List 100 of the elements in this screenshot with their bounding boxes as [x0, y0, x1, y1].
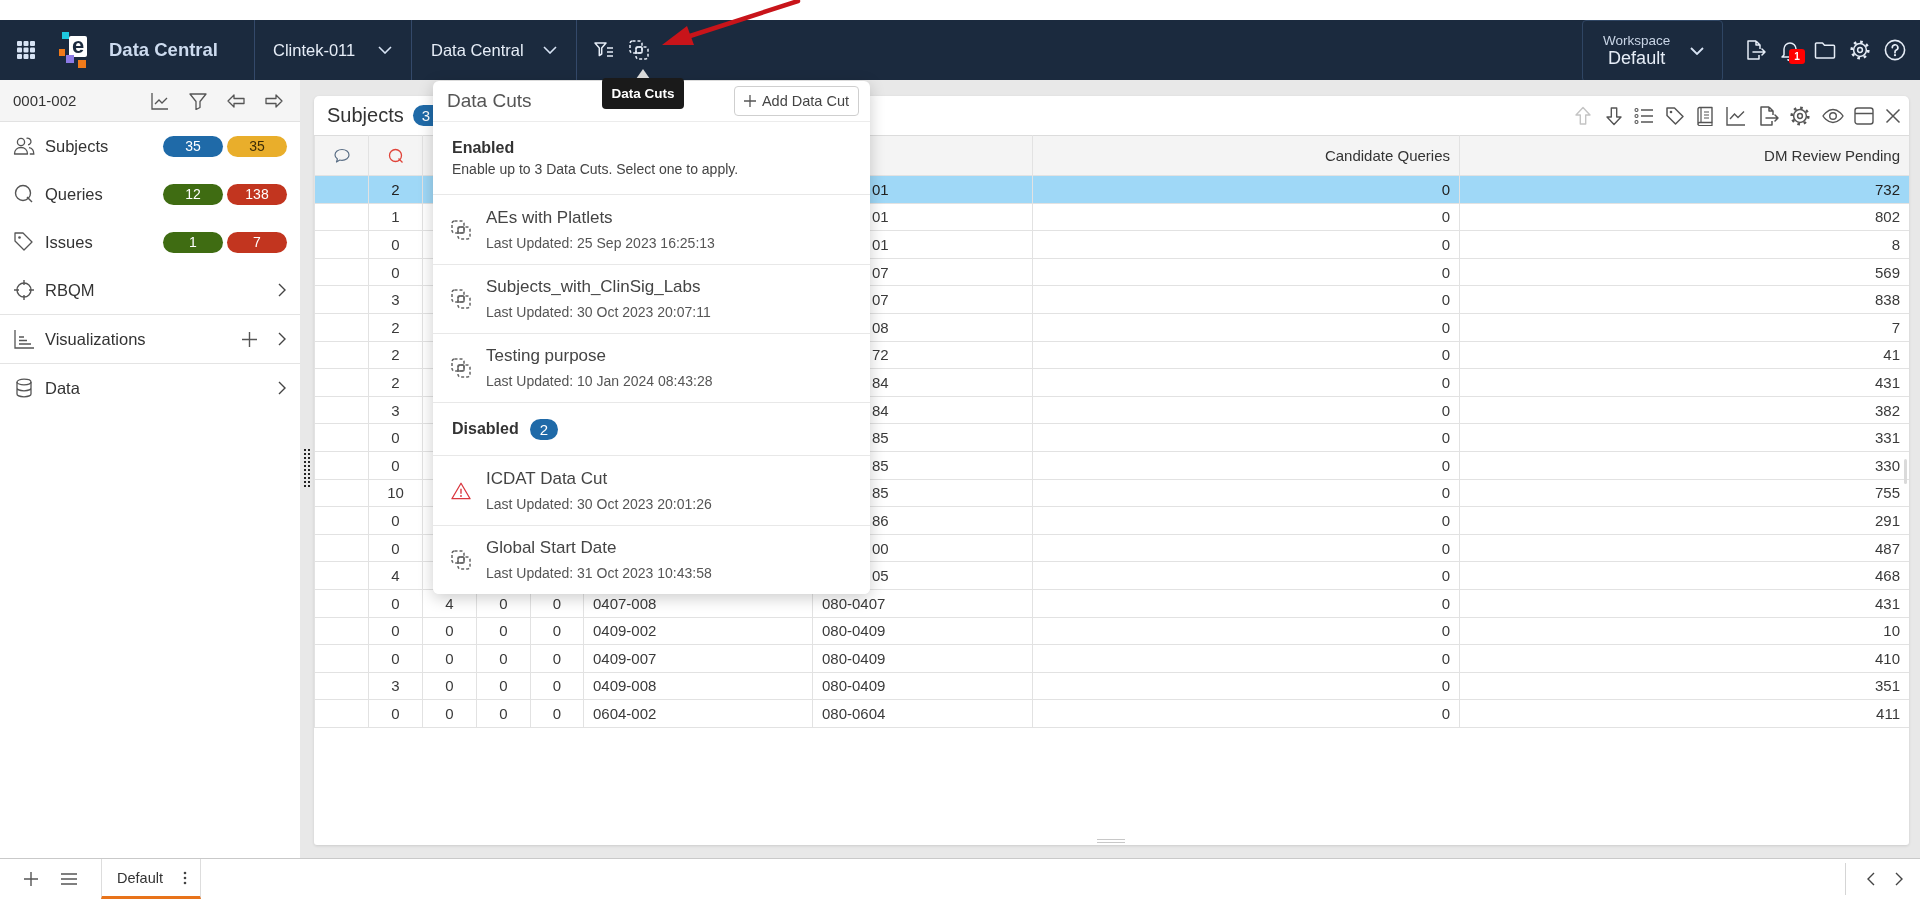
- table-cell: 0: [368, 534, 423, 562]
- table-cell: 0: [476, 672, 531, 700]
- line-chart-icon[interactable]: [151, 91, 169, 110]
- settings-icon[interactable]: [1789, 104, 1812, 127]
- table-cell: 0: [1032, 230, 1460, 259]
- table-cell: 0: [476, 699, 531, 728]
- table-cell: 080-0409: [812, 644, 1033, 673]
- table-cell: 0: [1032, 313, 1460, 342]
- data-cut-item[interactable]: Global Start Date Last Updated: 31 Oct 2023 10:43:58: [433, 525, 870, 594]
- sidebar-item[interactable]: Data: [0, 364, 300, 412]
- table-cell: 0: [1032, 644, 1460, 673]
- table-cell: 0409-008: [583, 672, 813, 700]
- plus-icon[interactable]: [242, 331, 257, 347]
- table-cell: 2: [368, 341, 423, 369]
- table-cell: 1: [368, 203, 423, 231]
- table-cell: 4: [368, 561, 423, 590]
- warning-icon: [451, 480, 471, 501]
- grid-menu-icon[interactable]: [17, 41, 35, 59]
- export-icon[interactable]: [1744, 39, 1766, 61]
- chevron-right-icon[interactable]: [278, 332, 286, 346]
- menu-icon[interactable]: [61, 873, 77, 885]
- resize-grip-icon[interactable]: [304, 449, 310, 489]
- scrollbar-thumb[interactable]: [1904, 459, 1907, 484]
- table-cell: 0: [368, 258, 423, 286]
- settings-icon[interactable]: [1849, 39, 1871, 61]
- last-updated-text: Last Updated: 31 Oct 2023 10:43:58: [486, 565, 712, 582]
- plus-icon: [743, 95, 756, 107]
- table-cell: 0: [422, 617, 477, 645]
- comment-icon[interactable]: [333, 147, 350, 164]
- data-cuts-icon[interactable]: [629, 40, 649, 60]
- table-cell: 0409-002: [583, 617, 813, 645]
- table-cell: 2: [368, 175, 423, 204]
- data-cut-item[interactable]: AEs with Platlets Last Updated: 25 Sep 2023 16:25:13: [433, 195, 870, 264]
- table-cell: 0: [476, 644, 531, 673]
- table-cell: 0: [1032, 699, 1460, 728]
- table-cell: 080-0604: [812, 699, 1033, 728]
- count-badge: 12: [163, 183, 223, 205]
- chevron-down-icon: [1690, 47, 1704, 55]
- table-cell: 0: [1032, 589, 1460, 617]
- data-cut-item[interactable]: ICDAT Data Cut Last Updated: 30 Oct 2023 20:01:26: [433, 456, 870, 525]
- sidebar-item[interactable]: Issues 1 7: [0, 218, 300, 266]
- tab[interactable]: Default: [101, 859, 201, 899]
- table-cell: 0: [1032, 506, 1460, 535]
- data-cut-name: AEs with Platlets: [486, 207, 614, 228]
- table-row[interactable]: 0 0 0 0 0409-007 080-0409 0 410: [314, 644, 1909, 673]
- table-cell: 0: [1032, 672, 1460, 700]
- table-cell: 0604-002: [583, 699, 813, 728]
- window-icon[interactable]: [1854, 105, 1875, 126]
- sidebar-item[interactable]: Queries 12 138: [0, 170, 300, 218]
- data-cut-icon: [451, 358, 471, 378]
- table-cell: 0409-007: [583, 644, 813, 673]
- plus-icon[interactable]: [24, 872, 38, 886]
- table-cell: 0: [1032, 175, 1460, 204]
- table-cell: 0: [422, 672, 477, 700]
- kebab-menu-icon[interactable]: [183, 870, 187, 885]
- query-icon[interactable]: [387, 147, 404, 164]
- list-icon[interactable]: [1634, 105, 1655, 126]
- table-row[interactable]: 0 0 0 0 0604-002 080-0604 0 411: [314, 699, 1909, 728]
- workspace-label: Workspace: [1603, 34, 1671, 49]
- add-data-cut-button[interactable]: Add Data Cut: [733, 86, 859, 116]
- chevron-right-icon[interactable]: [1895, 872, 1903, 886]
- app-logo: e: [58, 31, 88, 69]
- table-cell: 0: [368, 423, 423, 452]
- data-cut-name: Testing purpose: [486, 346, 608, 366]
- record-id: 0001-002: [13, 92, 77, 109]
- table-cell: 0: [1032, 285, 1460, 314]
- table-cell: 0: [368, 699, 423, 728]
- table-row[interactable]: 3 0 0 0 0409-008 080-0409 0 351: [314, 672, 1909, 700]
- chevron-right-icon[interactable]: [278, 283, 286, 297]
- last-updated-text: Last Updated: 25 Sep 2023 16:25:13: [486, 234, 715, 252]
- sidebar-item[interactable]: Subjects 35 35: [0, 122, 300, 170]
- count-badge: 138: [227, 183, 287, 205]
- table-row[interactable]: 0 0 0 0 0409-002 080-0409 0 10: [314, 617, 1909, 645]
- column-header[interactable]: Candidate Queries: [1032, 135, 1460, 176]
- help-icon[interactable]: [1884, 39, 1906, 61]
- column-header[interactable]: DM Review Pending: [1459, 135, 1909, 176]
- tag-icon[interactable]: [1664, 105, 1685, 126]
- count-badge: 1: [163, 231, 223, 253]
- book-icon[interactable]: [1695, 105, 1716, 126]
- chevron-left-icon[interactable]: [1867, 872, 1875, 886]
- table-cell: 3: [368, 672, 423, 700]
- close-icon[interactable]: [1885, 107, 1901, 124]
- table-cell: 0: [1032, 396, 1460, 424]
- sidebar-item[interactable]: RBQM: [0, 266, 300, 314]
- folder-icon[interactable]: [1814, 39, 1836, 61]
- table-cell: 10: [368, 479, 423, 507]
- filter-list-icon[interactable]: [594, 40, 614, 60]
- count-badge: 2: [529, 418, 559, 440]
- sidebar-item[interactable]: Visualizations: [0, 315, 300, 363]
- tag-icon: [13, 231, 35, 253]
- table-cell: 0: [368, 506, 423, 535]
- filter-icon[interactable]: [189, 91, 207, 110]
- chevron-right-icon[interactable]: [278, 381, 286, 395]
- line-chart-icon[interactable]: [1726, 105, 1747, 126]
- resize-handle[interactable]: [1097, 839, 1125, 843]
- app-title: Data Central: [109, 39, 218, 61]
- table-cell: 0: [368, 644, 423, 673]
- data-cut-item[interactable]: Subjects_with_ClinSig_Labs Last Updated: 30 Oct 2023 20:07:11: [433, 264, 870, 333]
- data-cut-icon: [451, 289, 471, 309]
- data-cut-item[interactable]: Testing purpose Last Updated: 10 Jan 2024 08:43:28: [433, 333, 870, 402]
